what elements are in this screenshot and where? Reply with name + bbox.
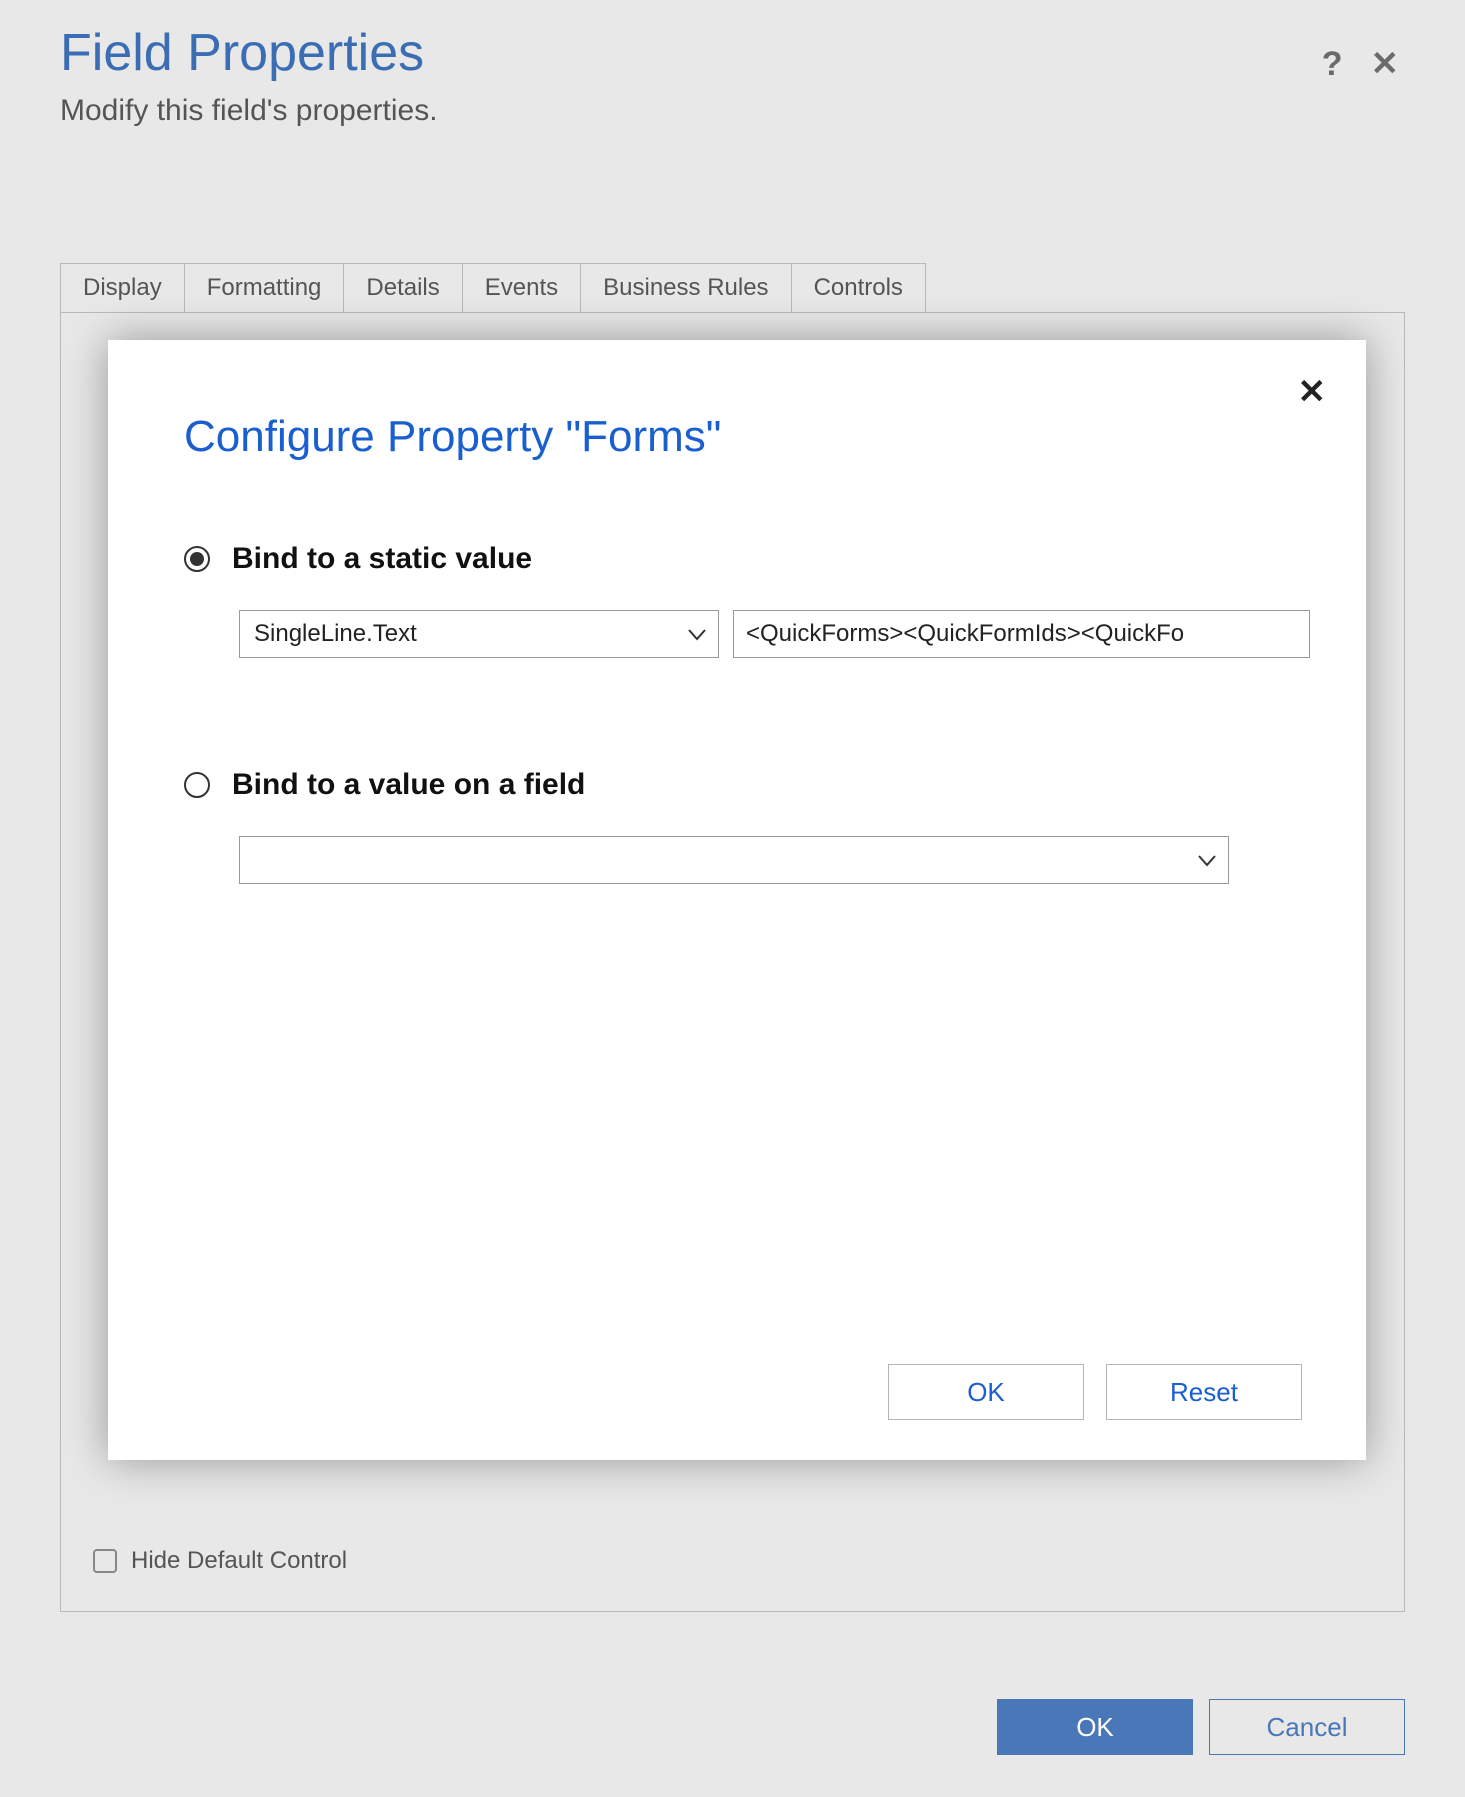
option-field-header[interactable]: Bind to a value on a field bbox=[184, 768, 1310, 802]
modal-title: Configure Property "Forms" bbox=[184, 412, 1310, 462]
tab-controls[interactable]: Controls bbox=[791, 263, 926, 312]
header: Field Properties Modify this field's pro… bbox=[60, 25, 1405, 128]
radio-bind-static[interactable] bbox=[184, 546, 210, 572]
page-title: Field Properties bbox=[60, 25, 1322, 82]
hide-default-row: Hide Default Control bbox=[93, 1547, 347, 1575]
tab-strip: Display Formatting Details Events Busine… bbox=[60, 263, 1405, 312]
option-field-label: Bind to a value on a field bbox=[232, 768, 585, 802]
hide-default-label: Hide Default Control bbox=[131, 1547, 347, 1575]
option-static-header[interactable]: Bind to a static value bbox=[184, 542, 1310, 576]
ok-button[interactable]: OK bbox=[997, 1699, 1193, 1755]
static-value-input[interactable] bbox=[733, 610, 1310, 658]
configure-property-modal: ✕ Configure Property "Forms" Bind to a s… bbox=[108, 340, 1366, 1460]
option-bind-static: Bind to a static value SingleLine.Text bbox=[164, 542, 1310, 658]
close-icon[interactable]: ✕ bbox=[1371, 47, 1400, 81]
modal-ok-button[interactable]: OK bbox=[888, 1364, 1084, 1420]
static-type-select-value: SingleLine.Text bbox=[254, 620, 417, 648]
modal-close-icon[interactable]: ✕ bbox=[1298, 372, 1327, 412]
cancel-button[interactable]: Cancel bbox=[1209, 1699, 1405, 1755]
header-text: Field Properties Modify this field's pro… bbox=[60, 25, 1322, 128]
hide-default-checkbox[interactable] bbox=[93, 1549, 117, 1573]
modal-reset-button[interactable]: Reset bbox=[1106, 1364, 1302, 1420]
chevron-down-icon bbox=[1198, 846, 1216, 874]
tab-events[interactable]: Events bbox=[462, 263, 581, 312]
header-icons: ? ✕ bbox=[1322, 25, 1405, 81]
option-bind-field: Bind to a value on a field bbox=[164, 768, 1310, 884]
tab-display[interactable]: Display bbox=[60, 263, 185, 312]
tab-business-rules[interactable]: Business Rules bbox=[580, 263, 791, 312]
modal-footer: OK Reset bbox=[164, 1364, 1310, 1420]
tab-details[interactable]: Details bbox=[343, 263, 462, 312]
page-subtitle: Modify this field's properties. bbox=[60, 94, 1322, 128]
option-static-label: Bind to a static value bbox=[232, 542, 532, 576]
option-static-controls: SingleLine.Text bbox=[239, 610, 1310, 658]
radio-bind-field[interactable] bbox=[184, 772, 210, 798]
field-select[interactable] bbox=[239, 836, 1229, 884]
tab-formatting[interactable]: Formatting bbox=[184, 263, 345, 312]
option-field-controls bbox=[239, 836, 1310, 884]
chevron-down-icon bbox=[688, 620, 706, 648]
help-icon[interactable]: ? bbox=[1322, 47, 1343, 81]
static-type-select[interactable]: SingleLine.Text bbox=[239, 610, 719, 658]
footer-buttons: OK Cancel bbox=[997, 1699, 1405, 1755]
